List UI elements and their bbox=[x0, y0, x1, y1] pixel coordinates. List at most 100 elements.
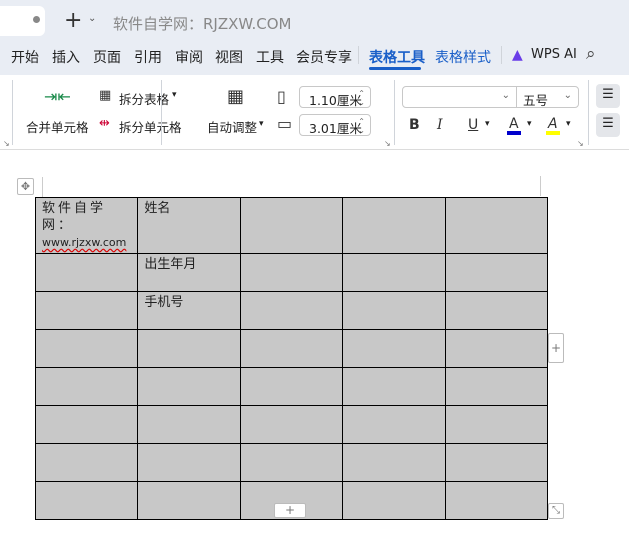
menu-wps-ai[interactable]: WPS AI bbox=[531, 47, 577, 62]
divider bbox=[501, 46, 502, 64]
table-cell[interactable] bbox=[342, 253, 446, 292]
table-cell[interactable]: 姓名 bbox=[137, 197, 241, 254]
table-cell[interactable] bbox=[342, 481, 446, 520]
table-row bbox=[34, 367, 548, 406]
table-cell[interactable] bbox=[34, 329, 139, 368]
table: 软件自学网： www.rjzxw.com 姓名出生年月手机号 bbox=[34, 197, 548, 520]
cell-text: 姓名 bbox=[144, 201, 171, 216]
add-column-button[interactable]: + bbox=[548, 333, 564, 363]
margin-marker bbox=[42, 177, 43, 197]
table-cell[interactable] bbox=[342, 405, 446, 444]
table-cell[interactable] bbox=[239, 443, 344, 482]
dialog-launcher-icon[interactable]: ↘ bbox=[577, 139, 584, 148]
split-table-icon: ▦ bbox=[99, 88, 112, 103]
table-cell[interactable] bbox=[342, 329, 446, 368]
add-row-button[interactable]: + bbox=[274, 503, 306, 518]
table-cell[interactable] bbox=[342, 291, 446, 330]
menu-page[interactable]: 页面 bbox=[93, 47, 121, 67]
table-cell[interactable] bbox=[444, 367, 548, 406]
menu-member[interactable]: 会员专享 bbox=[296, 47, 352, 67]
table-cell[interactable] bbox=[444, 481, 548, 520]
table-cell[interactable] bbox=[137, 367, 241, 406]
chevron-down-icon[interactable]: ▾ bbox=[485, 119, 490, 129]
chevron-down-icon[interactable]: ▾ bbox=[566, 119, 571, 129]
spinner-arrows-icon[interactable]: ⌃ ⌄ bbox=[358, 117, 365, 135]
table-cell[interactable] bbox=[239, 367, 344, 406]
highlight-button[interactable]: A bbox=[546, 117, 560, 135]
cell-text: 软件自学网： bbox=[42, 201, 107, 233]
align-left-button[interactable]: ☰ bbox=[596, 113, 620, 137]
cell-text: 出生年月 bbox=[144, 257, 197, 272]
menu-view[interactable]: 视图 bbox=[215, 47, 243, 67]
cell-text: 手机号 bbox=[144, 295, 184, 310]
menu-reference[interactable]: 引用 bbox=[134, 47, 162, 67]
table-cell[interactable] bbox=[239, 197, 344, 254]
font-size-value: 五号 bbox=[523, 93, 549, 108]
table-cell[interactable] bbox=[34, 481, 139, 520]
table-cell[interactable] bbox=[34, 291, 139, 330]
table-cell[interactable] bbox=[34, 367, 139, 406]
merge-cells-icon: ⇥⇤ bbox=[44, 87, 71, 106]
table-cell[interactable] bbox=[137, 443, 241, 482]
chevron-down-icon: ⌄ bbox=[501, 90, 510, 101]
table-cell[interactable] bbox=[239, 405, 344, 444]
underline-button[interactable]: U bbox=[468, 117, 478, 133]
align-top-button[interactable]: ☰ bbox=[596, 84, 620, 108]
table-cell[interactable] bbox=[239, 329, 344, 368]
table-cell[interactable] bbox=[444, 405, 548, 444]
chevron-down-icon[interactable]: ▾ bbox=[527, 119, 532, 129]
table-cell[interactable] bbox=[342, 197, 446, 254]
menu-table-tools[interactable]: 表格工具 bbox=[369, 47, 425, 67]
table-cell[interactable]: 出生年月 bbox=[137, 253, 241, 292]
column-width-input[interactable]: 3.01厘米 ⌃ ⌄ bbox=[299, 114, 371, 136]
chevron-down-icon: ⌄ bbox=[563, 90, 572, 101]
table-cell[interactable] bbox=[34, 443, 139, 482]
table-cell[interactable] bbox=[34, 253, 139, 292]
autofit-button[interactable]: 自动调整 bbox=[207, 117, 257, 136]
bold-button[interactable]: B bbox=[409, 117, 420, 133]
table-cell[interactable] bbox=[342, 443, 446, 482]
table-row bbox=[34, 443, 548, 482]
split-cell-icon: ⇹ bbox=[99, 116, 110, 131]
table-cell[interactable] bbox=[444, 197, 548, 254]
dialog-launcher-icon[interactable]: ↘ bbox=[3, 139, 10, 148]
row-height-input[interactable]: 1.10厘米 ⌃ ⌄ bbox=[299, 86, 371, 108]
menu-table-style[interactable]: 表格样式 bbox=[435, 47, 491, 67]
table-move-handle[interactable]: ✥ bbox=[17, 178, 34, 195]
font-name-select[interactable]: ⌄ bbox=[402, 86, 517, 108]
table-cell[interactable] bbox=[137, 481, 241, 520]
dialog-launcher-icon[interactable]: ↘ bbox=[384, 139, 391, 148]
table-cell[interactable] bbox=[444, 443, 548, 482]
table-cell[interactable]: 手机号 bbox=[137, 291, 241, 330]
divider bbox=[588, 80, 589, 145]
table-cell[interactable] bbox=[444, 253, 548, 292]
table-cell[interactable]: 软件自学网： www.rjzxw.com bbox=[34, 197, 139, 254]
table-resize-handle[interactable]: ⤡ bbox=[548, 503, 564, 519]
merge-cells-button[interactable]: 合并单元格 bbox=[26, 117, 89, 136]
search-icon[interactable]: ⌕ bbox=[586, 44, 596, 64]
menu-tools[interactable]: 工具 bbox=[256, 47, 284, 67]
table-cell[interactable] bbox=[444, 291, 548, 330]
table-cell[interactable] bbox=[239, 253, 344, 292]
font-color-button[interactable]: A bbox=[507, 117, 521, 135]
italic-button[interactable]: I bbox=[437, 117, 443, 133]
table-cell[interactable] bbox=[342, 367, 446, 406]
menu-insert[interactable]: 插入 bbox=[52, 47, 80, 67]
menu-start[interactable]: 开始 bbox=[11, 47, 39, 67]
table-row: 出生年月 bbox=[34, 253, 548, 292]
new-tab-button[interactable]: + bbox=[64, 8, 82, 33]
table-cell[interactable] bbox=[137, 329, 241, 368]
table-cell[interactable] bbox=[34, 405, 139, 444]
divider bbox=[394, 80, 395, 145]
split-cell-button[interactable]: 拆分单元格 bbox=[119, 117, 182, 136]
table-cell[interactable] bbox=[239, 291, 344, 330]
new-tab-dropdown[interactable]: ⌄ bbox=[88, 13, 96, 24]
window-title: 软件自学网：RJZXW.COM bbox=[113, 15, 292, 33]
table-cell[interactable] bbox=[137, 405, 241, 444]
spinner-arrows-icon[interactable]: ⌃ ⌄ bbox=[358, 89, 365, 107]
menu-review[interactable]: 审阅 bbox=[175, 47, 203, 67]
table-row: 手机号 bbox=[34, 291, 548, 330]
table-cell[interactable] bbox=[444, 329, 548, 368]
font-size-select[interactable]: 五号 ⌄ bbox=[516, 86, 579, 108]
divider bbox=[161, 80, 162, 145]
